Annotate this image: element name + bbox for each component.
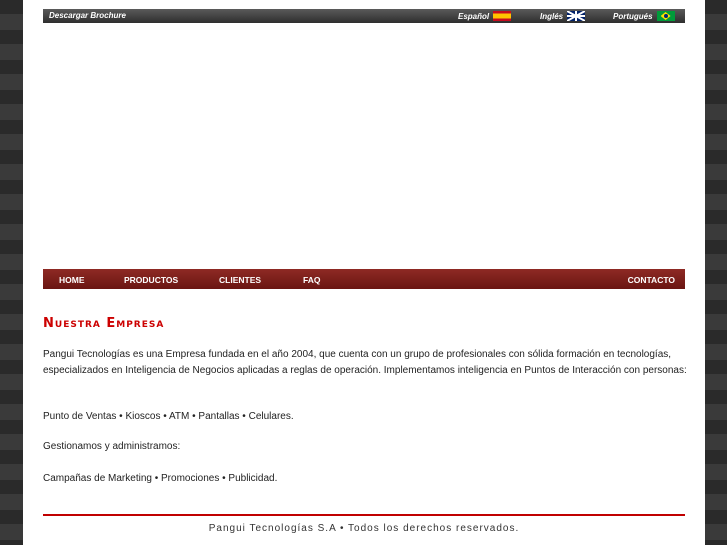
- language-portuguese-link[interactable]: Portugués: [613, 11, 675, 21]
- campaigns-paragraph: Campañas de Marketing • Promociones • Pu…: [43, 473, 278, 484]
- nav-faq[interactable]: FAQ: [303, 275, 320, 285]
- language-label: Inglés: [540, 11, 564, 21]
- nav-contacto[interactable]: CONTACTO: [628, 275, 675, 285]
- nav-home[interactable]: HOME: [59, 275, 85, 285]
- main-navigation: HOME PRODUCTOS CLIENTES FAQ CONTACTO: [43, 269, 685, 289]
- points-paragraph: Punto de Ventas • Kioscos • ATM • Pantal…: [43, 411, 294, 422]
- language-label: Portugués: [613, 11, 653, 21]
- flag-uk-icon: [567, 11, 586, 21]
- page-container: Descargar Brochure Español Inglés Portug…: [23, 0, 705, 545]
- language-spanish-link[interactable]: Español: [458, 11, 512, 21]
- top-bar: Descargar Brochure Español Inglés Portug…: [43, 9, 685, 23]
- footer-copyright: Pangui Tecnologías S.A • Todos los derec…: [208, 523, 520, 534]
- manage-paragraph: Gestionamos y administramos:: [43, 441, 181, 452]
- download-brochure-link[interactable]: Descargar Brochure: [49, 11, 126, 20]
- page-title: Nuestra Empresa: [43, 316, 165, 331]
- language-label: Español: [458, 11, 490, 21]
- language-english-link[interactable]: Inglés: [540, 11, 586, 21]
- nav-productos[interactable]: PRODUCTOS: [124, 275, 178, 285]
- nav-clientes[interactable]: CLIENTES: [219, 275, 261, 285]
- intro-paragraph: Pangui Tecnologías es una Empresa fundad…: [43, 349, 687, 376]
- footer-divider: [43, 514, 685, 516]
- flag-brazil-icon: [656, 11, 675, 21]
- flag-spain-icon: [493, 11, 512, 21]
